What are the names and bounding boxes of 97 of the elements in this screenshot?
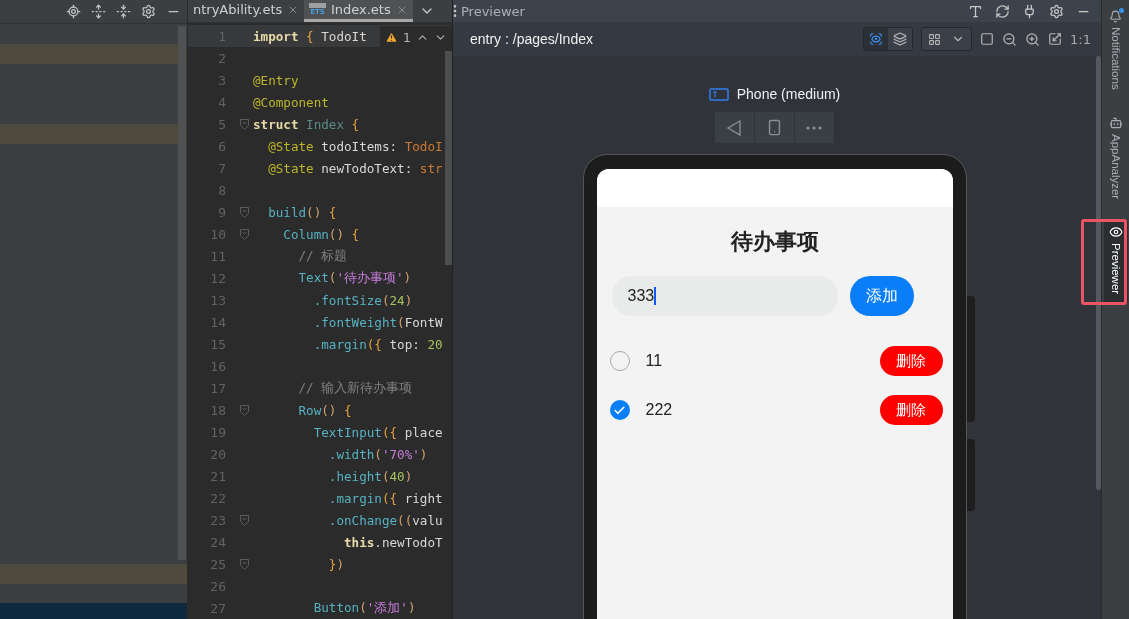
line-number: 24 [209, 534, 227, 550]
line-number: 15 [209, 336, 227, 352]
line-number: 20 [209, 446, 227, 462]
bell-icon [1109, 10, 1122, 23]
robot-icon [1108, 115, 1123, 130]
layout-dropdown[interactable] [921, 27, 973, 51]
view-mode-button[interactable] [864, 28, 889, 50]
device-name: Phone (medium) [736, 86, 841, 102]
code-line: import { TodoIt [253, 28, 367, 44]
todo-input-field[interactable]: 333 [611, 276, 838, 316]
code-line: Row() { [297, 402, 352, 418]
line-number: 12 [209, 270, 227, 286]
line-number: 21 [209, 468, 227, 484]
code-line: // 输入新待办事项 [297, 379, 413, 397]
code-line: .onChange((valu [327, 512, 443, 528]
code-line: .height(40) [327, 468, 413, 484]
resize-icon[interactable] [1048, 32, 1063, 46]
delete-button[interactable]: 删除 [879, 346, 943, 376]
scrollbar[interactable] [445, 51, 452, 265]
todo-text: 222 [645, 401, 674, 419]
settings-icon[interactable] [141, 4, 156, 19]
code-line: }) [327, 556, 344, 572]
code-line: this.newTodoT [343, 534, 443, 550]
fold-marker-icon[interactable] [240, 228, 249, 240]
panel-title: Previewer [461, 3, 526, 19]
crosshair-icon[interactable] [66, 4, 81, 19]
line-number: 19 [209, 424, 227, 440]
fit-frame-icon[interactable] [980, 32, 995, 46]
line-number: 8 [217, 182, 227, 198]
line-number: 6 [217, 138, 227, 154]
code-line: .margin({ top: 20 [312, 336, 443, 352]
collapse-all-icon[interactable] [116, 4, 131, 19]
zoom-out-icon[interactable] [1002, 31, 1018, 47]
code-line: Column() { [282, 226, 360, 242]
line-number: 14 [209, 314, 227, 330]
add-button[interactable]: 添加 [849, 276, 914, 316]
fold-marker-icon[interactable] [240, 558, 249, 570]
code-line: @State todoItems: TodoI [267, 138, 443, 154]
code-line: build() { [267, 204, 337, 220]
font-size-icon[interactable] [968, 3, 983, 19]
warning-indicator[interactable]: 1 [379, 26, 452, 48]
scrollbar[interactable] [178, 26, 186, 560]
code-line: Text('待办事项') [297, 269, 412, 287]
line-number: 13 [209, 292, 227, 308]
code-line: .width('70%') [327, 446, 428, 462]
line-number: 25 [209, 556, 227, 572]
app-title: 待办事项 [729, 228, 820, 256]
zoom-in-icon[interactable] [1025, 31, 1041, 47]
check-icon [613, 403, 626, 417]
scrollbar[interactable] [1096, 56, 1101, 490]
line-number: 22 [209, 490, 227, 506]
eye-icon [1108, 224, 1123, 239]
todo-checkbox[interactable] [609, 400, 630, 420]
fold-marker-icon[interactable] [240, 404, 249, 416]
settings-icon[interactable] [1049, 3, 1064, 19]
line-number: 2 [217, 50, 227, 66]
code-line: TextInput({ place [312, 424, 443, 440]
tablet-icon [708, 87, 729, 101]
code-line: .margin({ right [327, 490, 443, 506]
line-number: 4 [217, 94, 227, 110]
code-line: .fontWeight(FontW [312, 314, 443, 330]
tool-window-tab[interactable]: AppAnalyzer [1103, 111, 1128, 207]
tool-window-tab[interactable]: Notifications [1103, 6, 1128, 98]
back-triangle-icon [725, 118, 743, 137]
todo-text: 11 [645, 352, 664, 370]
line-number: 9 [217, 204, 227, 220]
page-route: entry : /pages/Index [470, 31, 594, 47]
more-icon [806, 125, 822, 130]
line-number: 7 [217, 160, 227, 176]
fold-marker-icon[interactable] [240, 514, 249, 526]
line-number: 3 [217, 72, 227, 88]
line-number: 16 [209, 358, 227, 374]
code-line: struct Index { [253, 116, 360, 132]
code-line: Button('添加') [312, 599, 416, 617]
plug-icon[interactable] [1022, 3, 1037, 19]
line-number: 17 [209, 380, 227, 396]
line-number: 11 [209, 248, 227, 264]
line-number: 23 [209, 512, 227, 528]
expand-all-icon[interactable] [91, 4, 106, 19]
line-number: 5 [217, 116, 227, 132]
refresh-icon[interactable] [995, 3, 1010, 19]
fold-marker-icon[interactable] [240, 206, 249, 218]
line-number: 18 [209, 402, 227, 418]
fold-marker-icon[interactable] [240, 118, 249, 130]
code-line: @Entry [253, 72, 299, 88]
code-line: // 标题 [297, 247, 348, 265]
code-line: .fontSize(24) [312, 292, 413, 308]
code-line: @Component [253, 94, 329, 110]
line-number: 26 [209, 578, 227, 594]
grid-icon [928, 32, 942, 46]
inspect-eye-icon [869, 32, 884, 46]
layers-icon [893, 32, 908, 46]
line-number: 27 [209, 600, 227, 616]
code-line: @State newTodoText: str [267, 160, 443, 176]
delete-button[interactable]: 删除 [879, 395, 943, 425]
zoom-ratio[interactable]: 1:1 [1070, 31, 1091, 47]
line-number: 10 [209, 226, 227, 242]
